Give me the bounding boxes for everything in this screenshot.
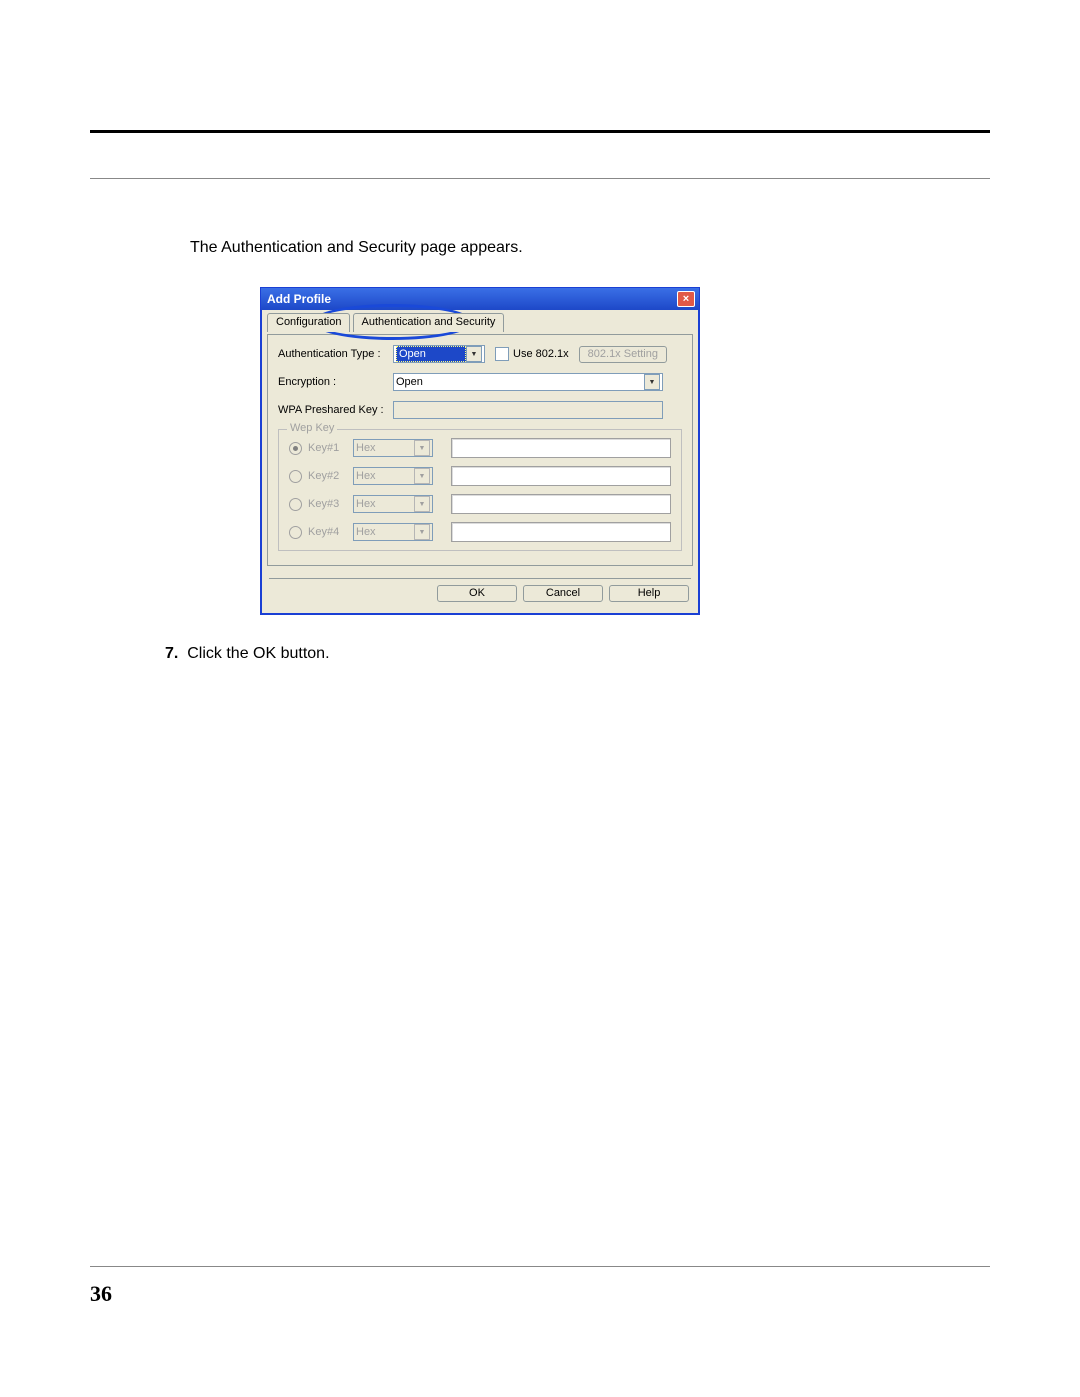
use-8021x-label: Use 802.1x	[513, 349, 569, 360]
chevron-down-icon[interactable]: ▼	[644, 374, 660, 390]
dialog-title: Add Profile	[267, 293, 331, 305]
wep-key4-format-value: Hex	[356, 527, 376, 538]
wep-key3-format: Hex ▼	[353, 495, 433, 513]
wep-key2-label: Key#2	[308, 471, 353, 482]
wep-key-group: Wep Key Key#1 Hex ▼ Key#2	[278, 429, 682, 551]
page-number: 36	[90, 1281, 112, 1307]
step-text: Click the OK button.	[187, 645, 329, 662]
header-rule-thin	[90, 178, 990, 179]
step-7: 7. Click the OK button.	[165, 645, 990, 663]
wpa-psk-label: WPA Preshared Key :	[278, 405, 393, 416]
8021x-setting-button: 802.1x Setting	[579, 346, 667, 363]
ok-button[interactable]: OK	[437, 585, 517, 602]
dialog-titlebar[interactable]: Add Profile ×	[261, 288, 699, 310]
intro-text: The Authentication and Security page app…	[190, 239, 990, 257]
wep-key1-format: Hex ▼	[353, 439, 433, 457]
auth-type-value: Open	[396, 346, 466, 362]
wep-key3-label: Key#3	[308, 499, 353, 510]
chevron-down-icon: ▼	[414, 440, 430, 456]
close-icon[interactable]: ×	[677, 291, 695, 307]
step-number: 7.	[165, 645, 178, 662]
wep-key1-format-value: Hex	[356, 443, 376, 454]
checkbox-box[interactable]	[495, 347, 509, 361]
wep-key2-input	[451, 466, 671, 486]
add-profile-dialog: Add Profile × Configuration Authenticati…	[260, 287, 700, 615]
wep-key4-label: Key#4	[308, 527, 353, 538]
wep-legend: Wep Key	[287, 423, 337, 434]
wep-key2-format: Hex ▼	[353, 467, 433, 485]
wep-key2-radio	[289, 470, 302, 483]
wep-key1-radio	[289, 442, 302, 455]
auth-type-select[interactable]: Open ▼	[393, 345, 485, 363]
wep-key2-format-value: Hex	[356, 471, 376, 482]
chevron-down-icon: ▼	[414, 496, 430, 512]
wep-key3-format-value: Hex	[356, 499, 376, 510]
chevron-down-icon[interactable]: ▼	[466, 346, 482, 362]
wep-key4-radio	[289, 526, 302, 539]
wep-key1-input	[451, 438, 671, 458]
encryption-select[interactable]: Open ▼	[393, 373, 663, 391]
chevron-down-icon: ▼	[414, 524, 430, 540]
tab-panel: Authentication Type : Open ▼ Use 802.1x …	[267, 334, 693, 566]
wep-key3-input	[451, 494, 671, 514]
auth-type-label: Authentication Type :	[278, 349, 393, 360]
wep-key4-format: Hex ▼	[353, 523, 433, 541]
wep-key4-input	[451, 522, 671, 542]
tab-configuration[interactable]: Configuration	[267, 313, 350, 332]
footer-rule	[90, 1266, 990, 1267]
use-8021x-checkbox[interactable]: Use 802.1x	[495, 347, 569, 361]
wpa-psk-input	[393, 401, 663, 419]
dialog-separator	[269, 578, 691, 579]
cancel-button[interactable]: Cancel	[523, 585, 603, 602]
help-button[interactable]: Help	[609, 585, 689, 602]
encryption-value: Open	[396, 377, 423, 388]
wep-key3-radio	[289, 498, 302, 511]
tab-authentication-security[interactable]: Authentication and Security	[353, 313, 505, 332]
encryption-label: Encryption :	[278, 377, 393, 388]
chevron-down-icon: ▼	[414, 468, 430, 484]
wep-key1-label: Key#1	[308, 443, 353, 454]
